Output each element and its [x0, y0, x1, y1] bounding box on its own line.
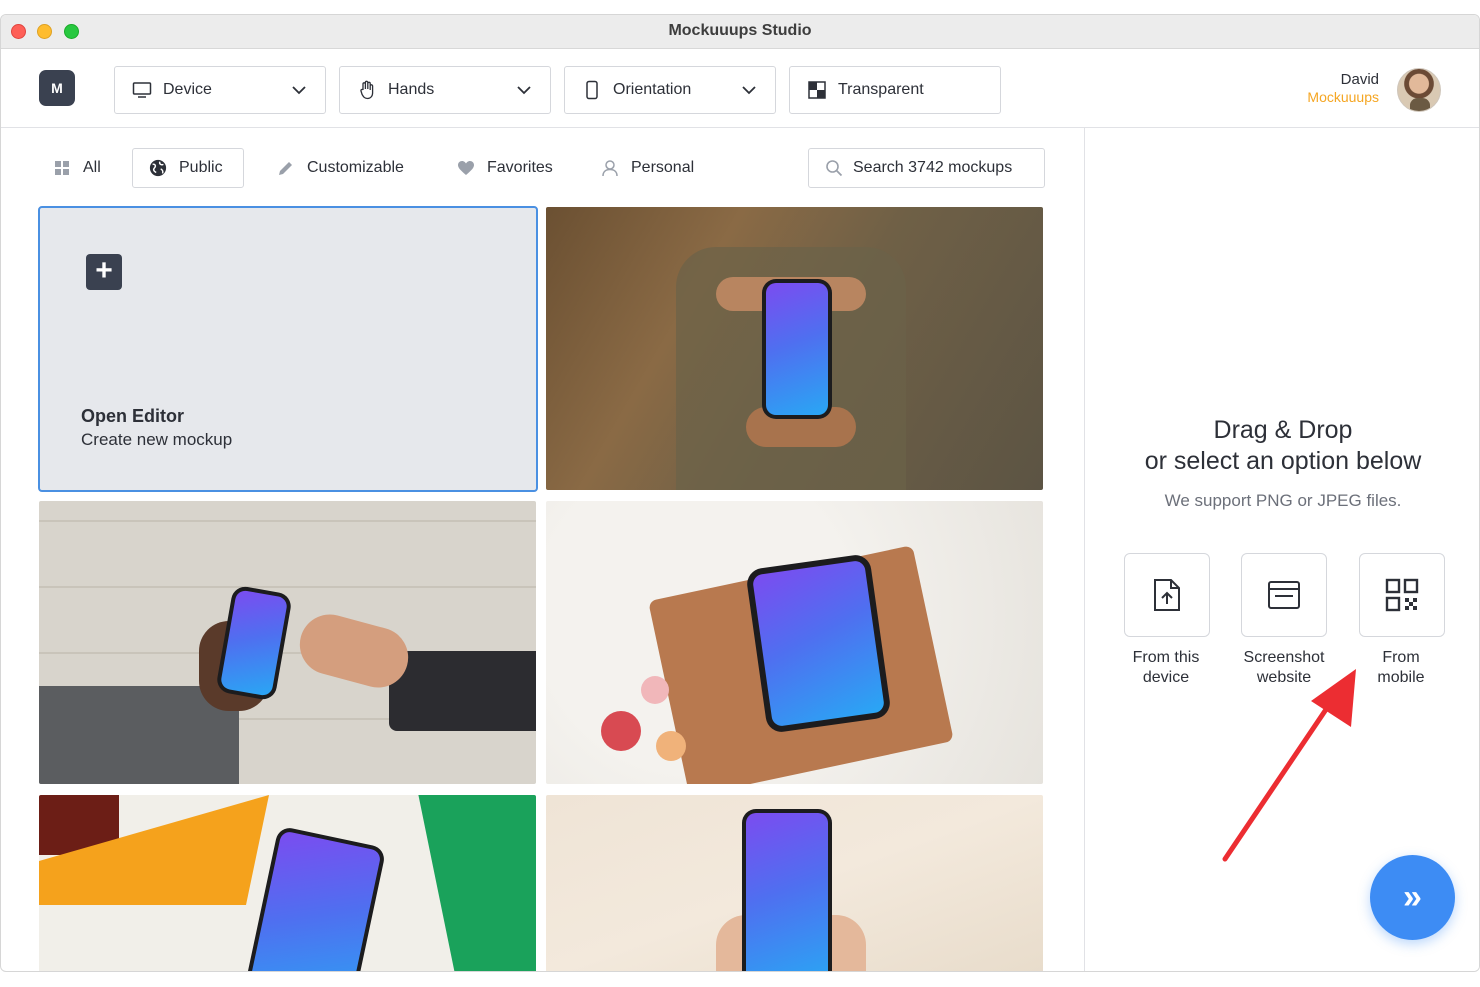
- open-editor-card[interactable]: + Open Editor Create new mockup: [38, 206, 538, 492]
- dropzone-support-text: We support PNG or JPEG files.: [1164, 491, 1402, 510]
- tab-personal[interactable]: Personal: [601, 148, 694, 188]
- phone-portrait-icon: [581, 79, 603, 101]
- mockup-card[interactable]: [546, 207, 1043, 490]
- device-dropdown[interactable]: Device: [114, 66, 326, 114]
- device-dropdown-label: Device: [163, 81, 212, 98]
- tab-personal-label: Personal: [631, 159, 695, 176]
- transparent-toggle[interactable]: Transparent: [789, 66, 1001, 114]
- phone-mockup: [762, 279, 832, 419]
- from-device-label-line1: From this: [1132, 649, 1200, 666]
- dropzone-title-line2: or select an option below: [1144, 447, 1422, 475]
- chevron-down-icon: [517, 86, 531, 95]
- mockup-card[interactable]: [546, 501, 1043, 784]
- user-organization[interactable]: Mockuuups: [1307, 89, 1379, 105]
- app-window: Mockuuups Studio M Device Hands Orientat…: [0, 14, 1480, 972]
- search-input[interactable]: Search 3742 mockups: [808, 148, 1045, 188]
- tab-customizable[interactable]: Customizable: [277, 148, 404, 188]
- from-mobile-label-line2: mobile: [1377, 669, 1425, 686]
- title-bar: Mockuuups Studio: [1, 15, 1479, 49]
- qr-code-icon: [1385, 578, 1419, 612]
- phone-mockup: [742, 809, 832, 971]
- next-button[interactable]: »: [1370, 855, 1455, 940]
- screenshot-website-button[interactable]: [1241, 553, 1327, 637]
- orientation-dropdown-label: Orientation: [613, 81, 692, 98]
- upload-file-icon: [1154, 579, 1180, 611]
- from-device-button[interactable]: [1124, 553, 1210, 637]
- from-device-label-line2: device: [1142, 669, 1190, 686]
- tablet-mockup: [745, 553, 892, 734]
- user-name[interactable]: David: [1341, 71, 1379, 88]
- tab-public-label: Public: [179, 159, 223, 176]
- hands-dropdown-label: Hands: [388, 81, 435, 98]
- monitor-icon: [131, 79, 153, 101]
- chevron-down-icon: [742, 86, 756, 95]
- transparent-label: Transparent: [838, 81, 924, 98]
- from-mobile-label-line1: From: [1382, 649, 1420, 666]
- phone-mockup: [241, 825, 387, 971]
- tab-all[interactable]: All: [53, 148, 101, 188]
- browser-window-icon: [1268, 581, 1300, 609]
- window-title: Mockuuups Studio: [668, 22, 812, 39]
- tab-customizable-label: Customizable: [307, 159, 404, 176]
- screenshot-website-label-line1: Screenshot: [1243, 649, 1325, 666]
- editor-card-subtitle: Create new mockup: [81, 430, 233, 449]
- grid-icon: [53, 159, 71, 177]
- tab-favorites-label: Favorites: [487, 159, 553, 176]
- tab-favorites[interactable]: Favorites: [457, 148, 553, 188]
- tab-public[interactable]: Public: [132, 148, 244, 188]
- heart-icon: [457, 159, 475, 177]
- toolbar: M Device Hands Orientation Transparent D…: [1, 50, 1479, 128]
- app-logo[interactable]: M: [39, 70, 75, 106]
- avatar[interactable]: [1397, 68, 1441, 112]
- chevron-down-icon: [292, 86, 306, 95]
- annotation-arrow-icon: [1222, 669, 1356, 862]
- dropzone-title-line1: Drag & Drop: [1213, 416, 1353, 444]
- phone-mockup: [215, 584, 293, 702]
- hands-dropdown[interactable]: Hands: [339, 66, 551, 114]
- user-icon: [601, 159, 619, 177]
- pencil-icon: [277, 159, 295, 177]
- orientation-dropdown[interactable]: Orientation: [564, 66, 776, 114]
- dropzone-title: Drag & Drop or select an option below: [1085, 415, 1479, 477]
- mockup-card[interactable]: [39, 795, 536, 971]
- transparency-icon: [806, 79, 828, 101]
- double-chevron-right-icon: »: [1403, 878, 1422, 916]
- search-icon: [825, 159, 843, 177]
- hand-icon: [356, 79, 378, 101]
- search-placeholder: Search 3742 mockups: [853, 159, 1013, 176]
- from-mobile-button[interactable]: [1359, 553, 1445, 637]
- editor-card-title: Open Editor: [81, 406, 184, 426]
- plus-icon: +: [86, 254, 122, 290]
- mockup-card[interactable]: [39, 501, 536, 784]
- globe-icon: [149, 159, 167, 177]
- mockup-card[interactable]: [546, 795, 1043, 971]
- filter-bar: All Public Customizable Favorites Person: [1, 128, 1084, 206]
- tab-all-label: All: [83, 159, 101, 176]
